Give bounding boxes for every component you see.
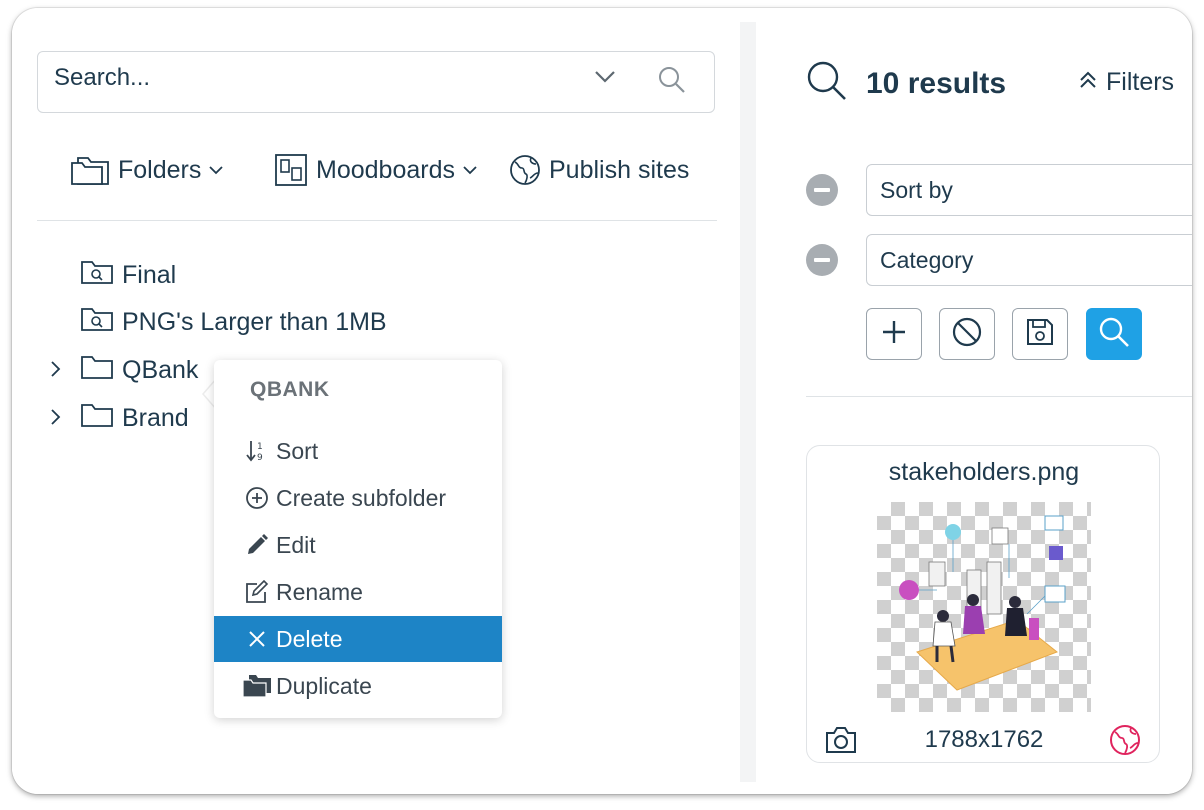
tree-item-label: QBank	[122, 355, 199, 384]
add-filter-button[interactable]	[866, 308, 922, 360]
stakeholders-illustration	[899, 515, 1066, 691]
asset-footer: 1788x1762	[807, 724, 1161, 756]
results-count: 10 results	[866, 66, 1007, 100]
chevron-down-icon[interactable]	[594, 70, 616, 89]
menu-item-label: Create subfolder	[276, 484, 447, 511]
menu-item-label: Delete	[276, 625, 343, 652]
panel-divider	[740, 22, 756, 782]
plus-icon	[881, 319, 907, 350]
menu-item-duplicate[interactable]: Duplicate	[214, 663, 502, 709]
pencil-icon	[242, 533, 272, 557]
divider	[37, 220, 717, 221]
category-select[interactable]: Category	[866, 234, 1192, 286]
filters-toggle[interactable]: Filters	[1078, 68, 1174, 97]
tree-item-label: Brand	[122, 403, 189, 432]
search-icon	[806, 60, 848, 107]
menu-item-create-subfolder[interactable]: Create subfolder	[214, 475, 502, 521]
tree-item-qbank[interactable]: QBank	[50, 353, 198, 387]
close-icon	[242, 630, 272, 648]
divider	[806, 396, 1192, 397]
app-window: Folders Moodboards Publish sites	[12, 8, 1192, 794]
tree-item-brand[interactable]: Brand	[50, 401, 189, 435]
svg-text:9: 9	[257, 453, 263, 463]
filters-label: Filters	[1106, 68, 1175, 96]
tree-item-label: Final	[122, 260, 177, 289]
search-box	[37, 51, 715, 113]
saved-search-folder-icon	[80, 306, 114, 339]
tree-item-final[interactable]: Final	[80, 258, 176, 292]
results-header: 10 results	[806, 60, 1006, 107]
asset-dimensions: 1788x1762	[924, 726, 1044, 753]
moodboards-label: Moodboards	[316, 155, 455, 184]
moodboard-icon	[274, 153, 308, 187]
plus-circle-icon	[242, 486, 272, 510]
chevron-down-icon	[463, 165, 477, 175]
folder-icon	[80, 402, 114, 435]
globe-icon	[509, 154, 541, 186]
sort-by-select[interactable]: Sort by	[866, 164, 1192, 216]
context-menu: QBANK 19 Sort Create subfolder Edit Rena…	[214, 360, 502, 718]
chevron-down-icon	[209, 165, 224, 175]
chevron-right-icon[interactable]	[50, 356, 62, 385]
double-chevron-up-icon	[1078, 68, 1098, 97]
menu-item-rename[interactable]: Rename	[214, 569, 502, 615]
ban-icon	[952, 317, 982, 352]
left-panel: Folders Moodboards Publish sites	[12, 8, 740, 794]
save-filter-button[interactable]	[1012, 308, 1068, 360]
folders-tab[interactable]: Folders	[70, 150, 224, 190]
menu-item-delete[interactable]: Delete	[214, 616, 502, 662]
menu-item-label: Edit	[276, 531, 316, 558]
edit-square-icon	[242, 580, 272, 604]
clear-filters-button[interactable]	[939, 308, 995, 360]
svg-text:1: 1	[257, 442, 263, 452]
menu-item-label: Rename	[276, 578, 363, 605]
publish-sites-tab[interactable]: Publish sites	[509, 150, 689, 190]
tree-item-label: PNG's Larger than 1MB	[122, 307, 387, 336]
folders-icon	[242, 674, 272, 698]
folder-icon	[80, 354, 114, 387]
search-input[interactable]	[52, 62, 576, 94]
menu-item-label: Sort	[276, 437, 319, 464]
right-panel: 10 results Filters Sort by Category stak…	[756, 8, 1192, 794]
remove-filter-icon[interactable]	[806, 244, 838, 276]
save-icon	[1026, 318, 1054, 351]
remove-filter-icon[interactable]	[806, 174, 838, 206]
chevron-right-icon[interactable]	[50, 404, 62, 433]
folders-icon	[70, 154, 110, 186]
search-button[interactable]	[1086, 308, 1142, 360]
search-icon	[1098, 316, 1130, 353]
context-menu-title: QBANK	[250, 378, 330, 401]
sort-icon: 19	[242, 439, 272, 463]
publish-sites-label: Publish sites	[549, 155, 690, 184]
menu-item-sort[interactable]: 19 Sort	[214, 428, 502, 474]
asset-filename[interactable]: stakeholders.png	[807, 458, 1161, 487]
menu-item-edit[interactable]: Edit	[214, 522, 502, 568]
folders-label: Folders	[118, 155, 202, 184]
globe-icon[interactable]	[1109, 724, 1141, 761]
moodboards-tab[interactable]: Moodboards	[274, 150, 477, 190]
saved-search-folder-icon	[80, 259, 114, 292]
asset-thumbnail[interactable]	[877, 502, 1091, 712]
search-icon[interactable]	[658, 66, 686, 99]
menu-item-label: Duplicate	[276, 672, 372, 699]
tree-item-png-larger[interactable]: PNG's Larger than 1MB	[80, 305, 387, 339]
asset-card[interactable]: stakeholders.png 1788x1762	[806, 445, 1160, 763]
